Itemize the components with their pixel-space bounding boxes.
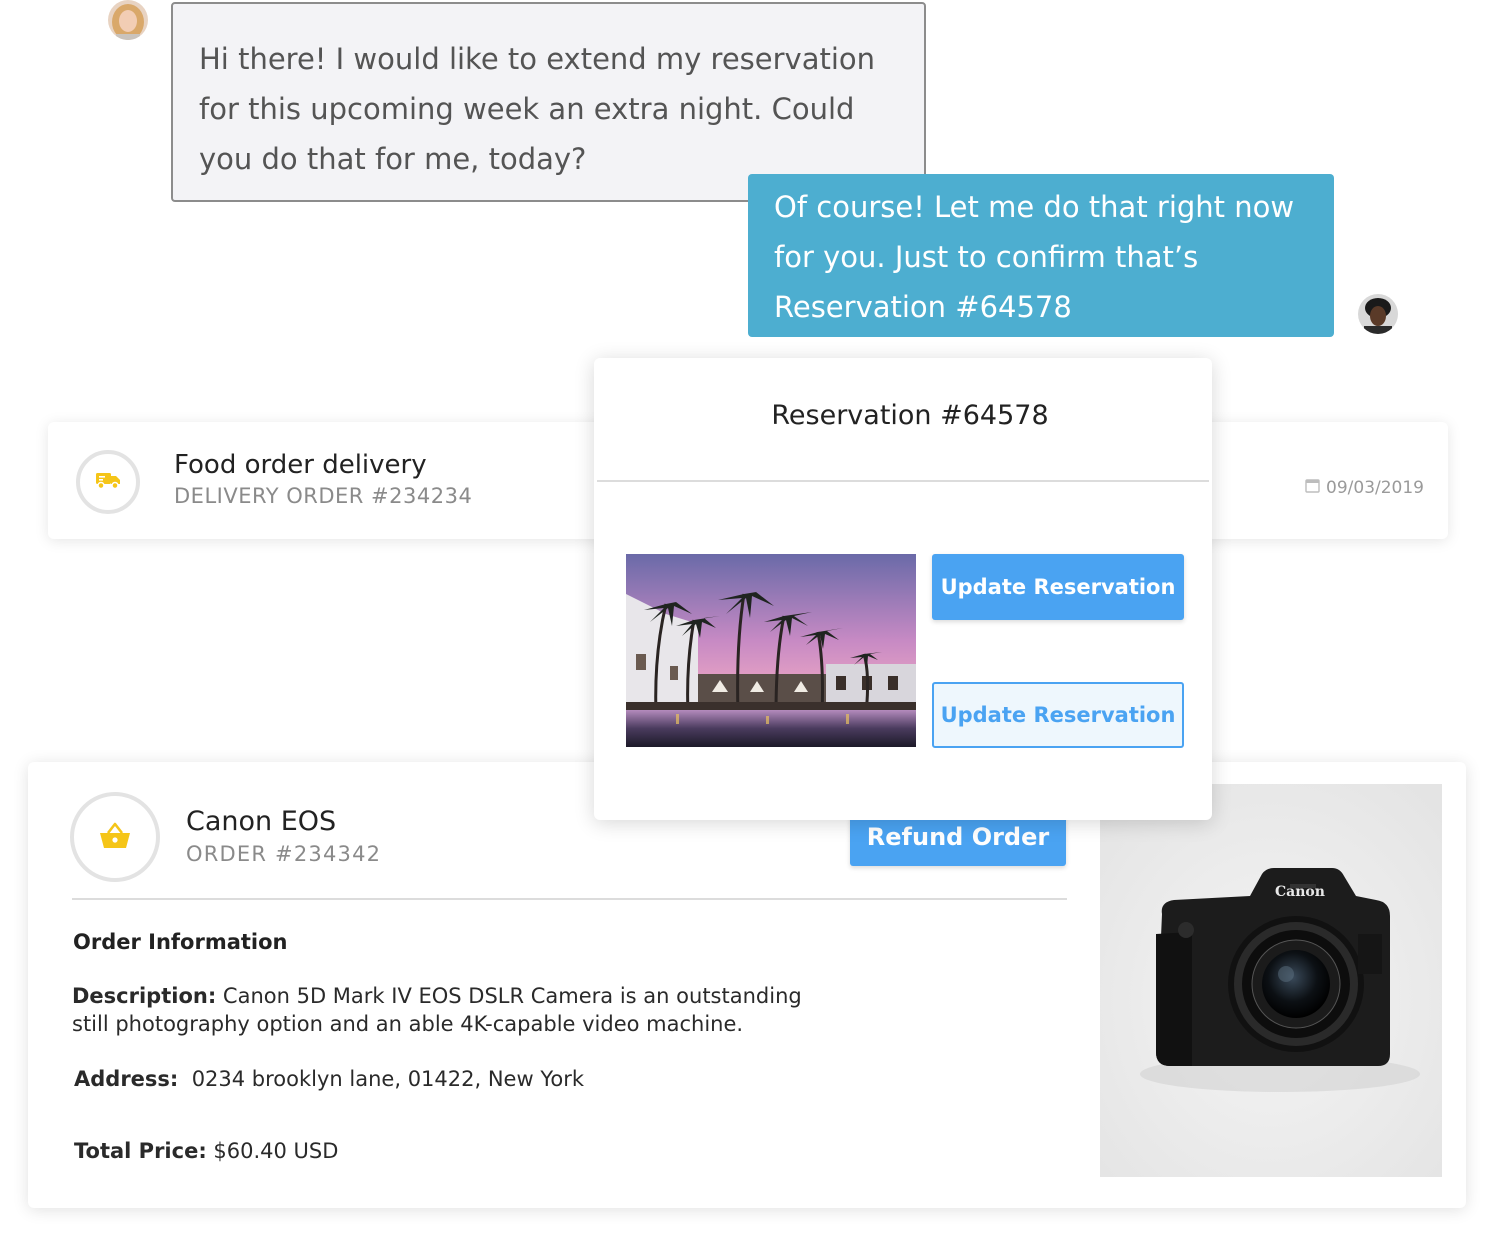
description-label: Description: (72, 984, 217, 1008)
order-card: Canon EOS ORDER #234342 Refund Order Ord… (28, 762, 1466, 1208)
order-description: Description: Canon 5D Mark IV EOS DSLR C… (72, 982, 802, 1038)
customer-message-bubble: Hi there! I would like to extend my rese… (171, 2, 926, 202)
basket-icon (98, 821, 132, 853)
update-reservation-outline-button[interactable]: Update Reservation (932, 682, 1184, 748)
description-text-line: still photography option and an able 4K-… (72, 1012, 744, 1036)
order-icon-ring (70, 792, 160, 882)
order-total: Total Price: $60.40 USD (74, 1137, 338, 1165)
agent-message-bubble: Of course! Let me do that right now for … (748, 174, 1334, 337)
order-information-heading: Order Information (73, 930, 288, 954)
order-number: ORDER #234342 (186, 842, 382, 866)
agent-message-line: Reservation #64578 (774, 290, 1072, 324)
delivery-order-number: DELIVERY ORDER #234234 (174, 484, 473, 508)
reservation-card: Reservation #64578 Update Reservation Up… (594, 358, 1212, 820)
agent-avatar (1358, 294, 1398, 334)
reservation-divider (597, 480, 1209, 482)
description-text-line: Canon 5D Mark IV EOS DSLR Camera is an o… (222, 984, 802, 1008)
delivery-title: Food order delivery (174, 450, 427, 480)
address-text: 0234 brooklyn lane, 01422, New York (191, 1067, 585, 1091)
customer-message-line: for this upcoming week an extra night. C… (199, 92, 855, 126)
reservation-title: Reservation #64578 (771, 400, 1049, 431)
order-address: Address: 0234 brooklyn lane, 01422, New … (74, 1065, 584, 1093)
customer-avatar (108, 0, 148, 40)
agent-message-line: Of course! Let me do that right now (774, 190, 1295, 224)
reservation-image (626, 554, 916, 747)
update-reservation-button[interactable]: Update Reservation (932, 554, 1184, 620)
total-price-value: $60.40 USD (213, 1139, 339, 1163)
product-image: Canon (1100, 784, 1442, 1177)
address-label: Address: (74, 1067, 179, 1091)
agent-message-line: for you. Just to confirm that’s (774, 240, 1199, 274)
calendar-icon (1305, 478, 1320, 498)
customer-message-line: Hi there! I would like to extend my rese… (199, 42, 876, 76)
delivery-date: 09/03/2019 (1305, 478, 1424, 498)
order-title: Canon EOS (186, 806, 337, 837)
truck-icon (95, 470, 121, 494)
delivery-date-text: 09/03/2019 (1326, 478, 1424, 498)
delivery-icon-ring (76, 450, 140, 514)
order-divider (72, 898, 1067, 900)
camera-brand-text: Canon (1275, 884, 1325, 900)
total-price-label: Total Price: (74, 1139, 207, 1163)
